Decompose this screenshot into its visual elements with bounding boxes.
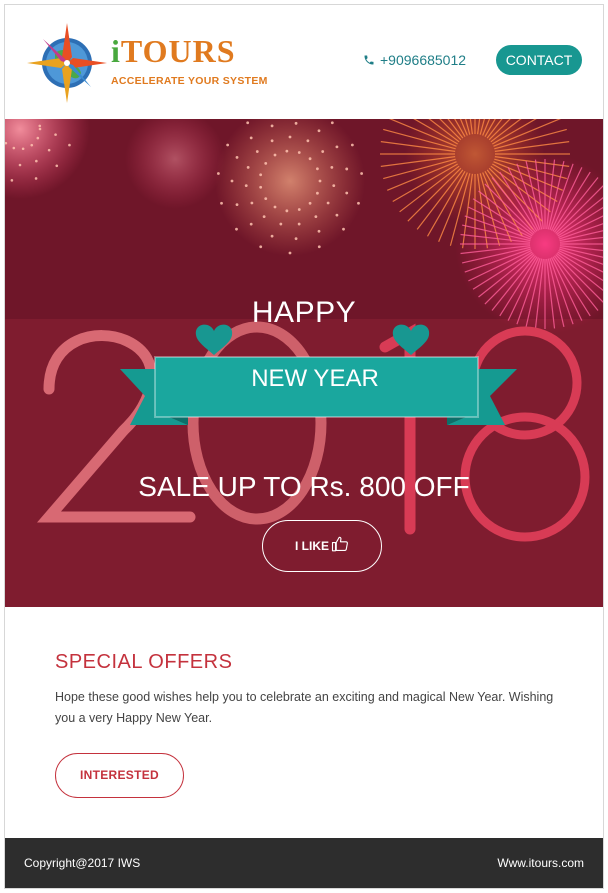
interested-button[interactable]: INTERESTED: [55, 753, 184, 798]
compass-logo-icon: [27, 23, 107, 103]
brand-prefix: i: [111, 33, 121, 69]
email-frame: iTOURS ACCELERATE YOUR SYSTEM +909668501…: [4, 4, 604, 889]
phone-text: +9096685012: [380, 52, 467, 68]
happy-heading: HAPPY: [251, 296, 357, 329]
contact-button[interactable]: CONTACT: [496, 45, 582, 75]
like-label: I LIKE: [294, 539, 329, 553]
offers-text: Hope these good wishes help you to celeb…: [55, 690, 554, 725]
brand-logo[interactable]: iTOURS ACCELERATE YOUR SYSTEM: [27, 17, 267, 107]
new-year-ribbon: NEW YEAR: [251, 365, 379, 392]
hero-banner: HAPPY NEW YEAR SALE UP TO Rs. 800 OFF I …: [5, 119, 603, 607]
phone-number[interactable]: +9096685012: [363, 49, 466, 71]
footer: Copyright@2017 IWS Www.itours.com: [5, 838, 603, 888]
phone-icon: [364, 55, 374, 65]
sale-headline: SALE UP TO Rs. 800 OFF: [138, 471, 470, 502]
website-link[interactable]: Www.itours.com: [497, 838, 584, 888]
header: iTOURS ACCELERATE YOUR SYSTEM +909668501…: [5, 5, 603, 119]
brand-tagline: ACCELERATE YOUR SYSTEM: [111, 75, 268, 87]
brand-name: iTOURS: [111, 35, 236, 67]
offers-title: SPECIAL OFFERS: [55, 651, 233, 673]
like-button[interactable]: I LIKE: [262, 520, 382, 572]
copyright-text: Copyright@2017 IWS: [24, 856, 141, 870]
brand-name-text: TOURS: [120, 33, 236, 69]
thumbs-up-icon: [331, 536, 348, 552]
special-offers-section: SPECIAL OFFERS Hope these good wishes he…: [5, 607, 603, 838]
